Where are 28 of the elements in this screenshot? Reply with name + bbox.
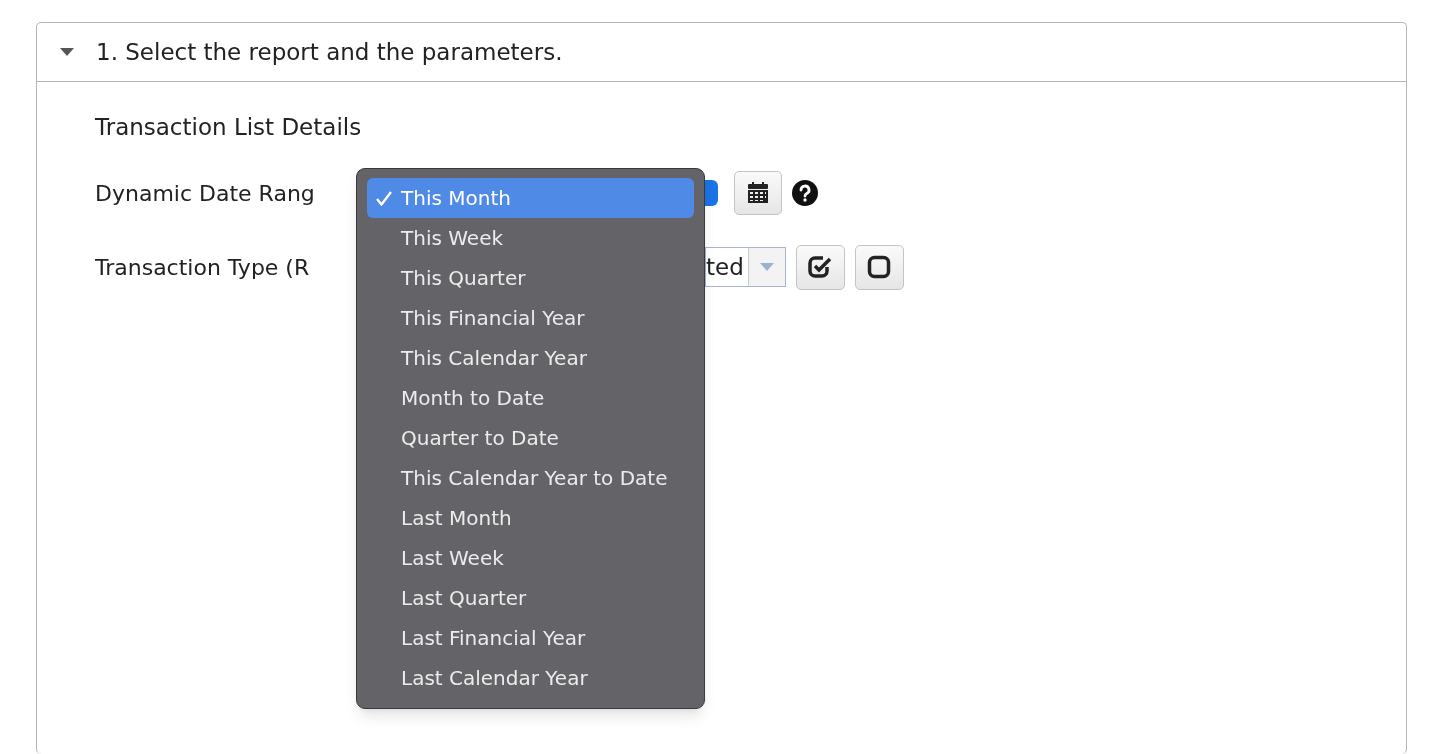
report-title: Transaction List Details [95,113,363,142]
dropdown-option[interactable]: This Calendar Year [367,338,694,378]
dropdown-option[interactable]: This Month [367,178,694,218]
section-title: 1. Select the report and the parameters. [96,37,563,67]
dropdown-option[interactable]: Last Financial Year [367,618,694,658]
checked-box-icon [807,254,834,280]
dropdown-option[interactable]: Last Quarter [367,578,694,618]
dropdown-arrow-icon [759,263,774,271]
empty-box-icon [867,255,892,279]
calendar-icon [746,181,770,205]
multi-select-field[interactable]: ted [705,247,786,287]
dropdown-option[interactable]: Month to Date [367,378,694,418]
checkmark-icon [376,191,392,206]
field-label: Transaction Type (R [95,254,310,280]
dropdown-option[interactable]: Quarter to Date [367,418,694,458]
select-all-button[interactable] [795,244,845,290]
deselect-all-button[interactable] [854,244,904,290]
dropdown-option[interactable]: Last Week [367,538,694,578]
section-header[interactable]: 1. Select the report and the parameters. [37,23,1406,82]
dropdown-option[interactable]: This Quarter [367,258,694,298]
dropdown-option[interactable]: This Week [367,218,694,258]
dropdown-option[interactable]: This Financial Year [367,298,694,338]
dropdown-option[interactable]: Last Calendar Year [367,658,694,698]
dropdown-option[interactable]: This Calendar Year to Date [367,458,694,498]
help-icon[interactable] [792,180,818,206]
dropdown-option[interactable]: Last Month [367,498,694,538]
calendar-button[interactable] [734,171,782,215]
field-label: Dynamic Date Rang [95,180,315,206]
